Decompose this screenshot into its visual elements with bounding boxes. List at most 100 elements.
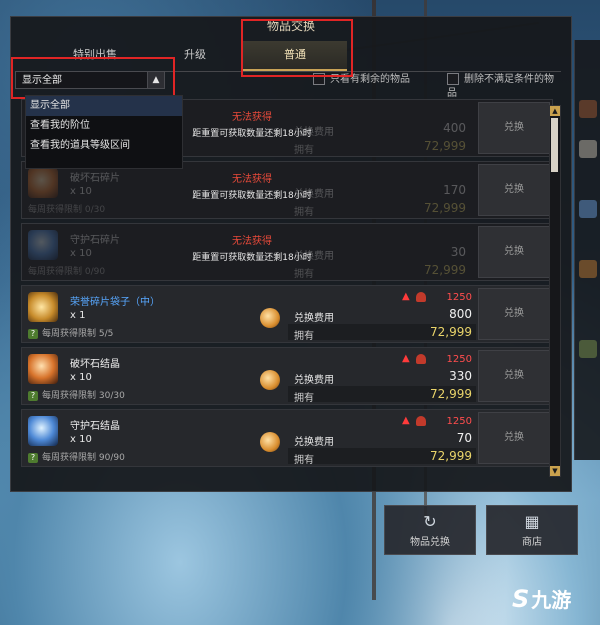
map-icon[interactable]: [579, 200, 597, 218]
cost-value: 30: [450, 245, 466, 259]
remove-unmet-checkbox[interactable]: 删除不满足条件的物品: [447, 73, 559, 99]
exchange-button[interactable]: 兑换: [478, 226, 550, 278]
help-icon[interactable]: ?: [28, 329, 38, 339]
honor-coin-icon: [260, 432, 280, 452]
required-level: 1250: [446, 292, 472, 303]
cost-label: 兑换费用: [294, 375, 334, 386]
warning-icon: ▲: [402, 353, 410, 364]
weekly-limit: 每周获得限制 0/30: [28, 205, 106, 215]
watermark-text: 九游: [531, 588, 572, 612]
item-name: 荣誉碎片袋子（中）: [70, 297, 160, 308]
warning-icon: ▲: [402, 291, 410, 302]
list-item: 荣誉碎片袋子（中） x 1 ? 每周获得限制 5/5 ▲ 1250 兑换费用 80…: [21, 285, 553, 343]
guardian-crystal-icon: [28, 416, 58, 446]
highlight-box-dropdown: [11, 57, 175, 99]
cost-value: 330: [449, 369, 472, 383]
destruction-crystal-icon: [28, 354, 58, 384]
helmet-icon: [416, 292, 426, 302]
item-name: 守护石结晶: [70, 421, 120, 432]
item-name: 守护石碎片: [70, 235, 120, 246]
item-info: 荣誉碎片袋子（中） x 1 ? 每周获得限制 5/5: [22, 286, 252, 342]
gear-icon[interactable]: [579, 140, 597, 158]
cost-value: 70: [456, 431, 472, 445]
list-item: 破坏石结晶 x 10 ? 每周获得限制 30/30 ▲ 1250 兑换费用 330…: [21, 347, 553, 405]
item-quantity: x 10: [70, 248, 92, 259]
cost-label: 兑换费用: [294, 189, 334, 200]
shop-button[interactable]: ▦ 商店: [486, 505, 578, 555]
scroll-thumb[interactable]: [551, 118, 558, 172]
list-scrollbar[interactable]: ▲ ▼: [549, 105, 561, 477]
list-item: 破坏石碎片 x 10 每周获得限制 0/30 无法获得 距重置可获取数量还剩18…: [21, 161, 553, 219]
cost-value: 170: [443, 183, 466, 197]
help-icon[interactable]: ?: [28, 453, 38, 463]
weekly-limit-text: 每周获得限制 5/5: [42, 329, 114, 339]
weekly-limit: 每周获得限制 0/90: [28, 267, 106, 277]
side-panel: [574, 40, 600, 460]
exchange-button[interactable]: 兑换: [478, 288, 550, 340]
warning-icon: ▲: [402, 415, 410, 426]
owned-value: 72,999: [424, 263, 466, 277]
highlight-box-normal-tab: [241, 19, 353, 77]
cost-value: 400: [443, 121, 466, 135]
honor-coin-icon: [260, 308, 280, 328]
checkbox-icon[interactable]: [447, 73, 459, 85]
item-quantity: x 10: [70, 372, 92, 383]
owned-label: 拥有: [294, 207, 314, 218]
inventory-icon[interactable]: [579, 100, 597, 118]
shop-label: 商店: [522, 537, 542, 548]
item-info: 守护石结晶 x 10 ? 每周获得限制 90/90: [22, 410, 252, 466]
required-level: 1250: [446, 354, 472, 365]
cost-label: 兑换费用: [294, 313, 334, 324]
weekly-limit: ? 每周获得限制 30/30: [28, 388, 125, 401]
cost-area: ▲ 1250 兑换费用 800 拥有 72,999: [254, 286, 476, 342]
helmet-icon: [416, 416, 426, 426]
owned-label: 拥有: [294, 269, 314, 280]
weekly-limit-text: 每周获得限制 90/90: [42, 453, 125, 463]
shop-icon: ▦: [524, 512, 540, 531]
refresh-icon: ↻: [423, 512, 437, 531]
item-name: 破坏石结晶: [70, 359, 120, 370]
cost-value: 800: [449, 307, 472, 321]
dropdown-option-item-level-range[interactable]: 查看我的道具等级区间: [26, 136, 182, 156]
owned-value: 72,999: [424, 201, 466, 215]
item-exchange-button[interactable]: ↻ 物品兑换: [384, 505, 476, 555]
required-level: 1250: [446, 416, 472, 427]
list-item: 守护石碎片 x 10 每周获得限制 0/90 无法获得 距重置可获取数量还剩18…: [21, 223, 553, 281]
weekly-limit: ? 每周获得限制 5/5: [28, 326, 113, 339]
honor-coin-icon: [260, 370, 280, 390]
weekly-limit: ? 每周获得限制 90/90: [28, 450, 125, 463]
exchange-button[interactable]: 兑换: [478, 102, 550, 154]
helmet-icon: [416, 354, 426, 364]
item-quantity: x 10: [70, 186, 92, 197]
help-icon[interactable]: ?: [28, 391, 38, 401]
remove-unmet-label: 删除不满足条件的物品: [447, 74, 554, 99]
owned-label: 拥有: [294, 145, 314, 156]
cost-area: ▲ 1250 兑换费用 70 拥有 72,999: [254, 410, 476, 466]
item-name: 破坏石碎片: [70, 173, 120, 184]
cost-area: ▲ 1250 兑换费用 330 拥有 72,999: [254, 348, 476, 404]
item-quantity: x 10: [70, 434, 92, 445]
list-item: 守护石结晶 x 10 ? 每周获得限制 90/90 ▲ 1250 兑换费用 70 …: [21, 409, 553, 467]
owned-value: 72,999: [424, 139, 466, 153]
site-watermark: S 九游: [512, 584, 571, 613]
dropdown-option-show-all[interactable]: 显示全部: [26, 96, 182, 116]
exchange-button[interactable]: 兑换: [478, 412, 550, 464]
dropdown-option-my-tier[interactable]: 查看我的阶位: [26, 116, 182, 136]
owned-label: 拥有: [294, 455, 314, 466]
exchange-button[interactable]: 兑换: [478, 350, 550, 402]
item-quantity: x 1: [70, 310, 86, 321]
owned-label: 拥有: [294, 331, 314, 342]
quest-icon[interactable]: [579, 340, 597, 358]
owned-value: 72,999: [430, 387, 472, 401]
chest-icon[interactable]: [579, 260, 597, 278]
scroll-down-icon[interactable]: ▼: [550, 466, 560, 476]
scroll-up-icon[interactable]: ▲: [550, 106, 560, 116]
cost-area: 兑换费用 170 拥有 72,999: [254, 162, 476, 218]
watermark-logo-glyph: S: [512, 585, 530, 613]
cost-area: 兑换费用 400 拥有 72,999: [254, 100, 476, 156]
cost-label: 兑换费用: [294, 437, 334, 448]
cost-label: 兑换费用: [294, 127, 334, 138]
exchange-button[interactable]: 兑换: [478, 164, 550, 216]
item-info: 破坏石结晶 x 10 ? 每周获得限制 30/30: [22, 348, 252, 404]
cost-area: 兑换费用 30 拥有 72,999: [254, 224, 476, 280]
